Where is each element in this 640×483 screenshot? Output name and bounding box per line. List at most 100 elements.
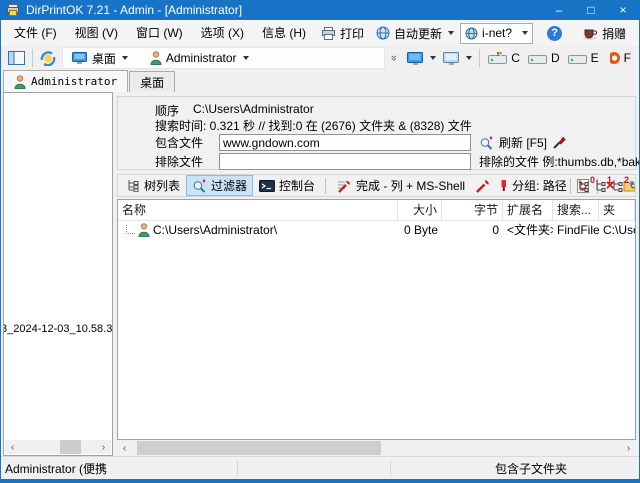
file-list: 名称 ˆ 大小 字节 扩展名 搜索... 文件夹 (117, 199, 636, 440)
tab-desktop[interactable]: 桌面 (129, 71, 176, 92)
tab-administrator[interactable]: Administrator (3, 70, 129, 92)
drive-d-icon (527, 52, 548, 64)
sort-ascending-icon: ˆ (421, 199, 425, 209)
expand-level-2-button[interactable]: 2 (612, 175, 629, 192)
refresh-f5-button[interactable]: 刷新 [F5] (499, 134, 547, 151)
console-button[interactable]: 控制台 (253, 175, 321, 196)
donate-label: 捐赠 (602, 26, 627, 41)
list-horizontal-scrollbar[interactable]: ‹ › (117, 441, 636, 455)
wrench-icon (475, 179, 490, 193)
include-files-label: 包含文件 (155, 136, 204, 150)
columns-shell-button[interactable]: 完成 - 列 + MS-Shell (330, 175, 471, 196)
scroll-left-arrow[interactable]: ‹ (117, 441, 132, 455)
expand-level-buttons: 0 1 2 (578, 175, 629, 192)
overflow-chevron-icon[interactable]: « (388, 55, 400, 61)
folder-tree-panel[interactable]: 3_2024-12-03_10.58.35 ‹ › (3, 92, 113, 456)
help-button[interactable]: ? (541, 22, 568, 44)
console-label: 控制台 (279, 179, 316, 193)
menu-view[interactable]: 视图 (V) (66, 22, 127, 44)
drive-f-button[interactable]: F (603, 48, 635, 68)
monitor-select-button[interactable] (403, 47, 439, 69)
row-name: C:\Users\Administrator\ (153, 222, 278, 237)
exclude-files-input[interactable] (219, 153, 471, 170)
search-button[interactable] (632, 22, 639, 44)
maximize-button[interactable]: □ (575, 0, 607, 20)
group-by-path-label: 分组: 路径 (512, 179, 567, 193)
tree-list-button[interactable]: 树列表 (120, 175, 186, 196)
drive-c-button[interactable]: C (484, 48, 524, 68)
chevron-down-icon (121, 56, 128, 60)
monitor-select-button-2[interactable] (439, 47, 475, 69)
user-folder-icon (138, 222, 150, 237)
chevron-down-icon (466, 56, 473, 60)
separator (570, 177, 571, 194)
search-filter-icon[interactable] (479, 136, 494, 150)
inet-combobox[interactable]: i-net? (460, 22, 534, 44)
clear-brush-icon[interactable] (552, 136, 566, 150)
column-size[interactable]: ˆ 大小 (398, 200, 442, 220)
exclude-files-label: 排除文件 (155, 155, 204, 169)
column-folder[interactable]: 文件夹 (599, 200, 635, 220)
drive-e-label: E (590, 51, 599, 65)
toggle-panel-button[interactable] (5, 47, 28, 69)
tools-button[interactable] (471, 175, 494, 196)
menu-file[interactable]: 文件 (F) (5, 22, 66, 44)
quick-launch-button[interactable] (37, 47, 59, 69)
include-files-input[interactable] (219, 134, 471, 151)
auto-update-button[interactable]: 自动更新 (370, 22, 460, 44)
drive-e-button[interactable]: E (564, 48, 603, 68)
tree-horizontal-scrollbar[interactable]: ‹ › (5, 440, 111, 454)
expand-level-0-button[interactable]: 0 (578, 175, 595, 192)
scroll-right-arrow[interactable]: › (96, 440, 111, 454)
column-name[interactable]: 名称 (118, 200, 398, 220)
scrollbar-thumb[interactable] (136, 441, 382, 455)
row-folder: C:\Users (603, 222, 635, 237)
view-toolbar: 树列表 过滤器 控制台 完成 - 列 + MS-Shell 分组: 路径 ↻ ×… (117, 174, 636, 197)
desktop-combobox[interactable]: 桌面 (67, 49, 132, 67)
close-button[interactable]: × (607, 0, 639, 20)
menu-options[interactable]: 选项 (X) (192, 22, 253, 44)
menu-info[interactable]: 信息 (H) (253, 22, 315, 44)
search-info-box: 顺序 C:\Users\Administrator 搜索时间: 0.321 秒 … (117, 96, 639, 170)
group-by-path-button[interactable]: 分组: 路径 (494, 175, 573, 196)
tree-list-label: 树列表 (144, 179, 181, 193)
window-title: DirPrintOK 7.21 - Admin - [Administrator… (26, 3, 243, 17)
filter-label: 过滤器 (211, 179, 248, 193)
column-extension[interactable]: 扩展名 (503, 200, 553, 220)
tree-item[interactable]: 3_2024-12-03_10.58.35 (4, 323, 112, 335)
drive-f-label: F (623, 51, 631, 65)
status-middle (238, 457, 390, 479)
menu-window[interactable]: 窗口 (W) (127, 22, 192, 44)
tree-list-icon (126, 179, 140, 192)
filter-button[interactable]: 过滤器 (186, 175, 254, 196)
drive-d-button[interactable]: D (524, 48, 564, 68)
row-extension: <文件夹> (507, 223, 553, 237)
window-border (1, 479, 639, 483)
column-bytes[interactable]: 字节 (442, 200, 503, 220)
scroll-left-arrow[interactable]: ‹ (5, 440, 20, 454)
status-subfolders: 包含子文件夹 (495, 461, 568, 476)
scroll-right-arrow[interactable]: › (621, 441, 636, 455)
scrollbar-thumb[interactable] (59, 440, 81, 454)
navigation-toolbar: 桌面 Administrator « C D E F (1, 46, 639, 71)
title-bar: DirPrintOK 7.21 - Admin - [Administrator… (1, 0, 639, 20)
console-icon (259, 179, 276, 192)
column-search[interactable]: 搜索... (553, 200, 599, 220)
monitor-icon (71, 51, 88, 65)
search-stats: 搜索时间: 0.321 秒 // 找到:0 在 (2676) 文件夹 & (83… (155, 119, 472, 133)
user-icon (14, 74, 26, 89)
tree-branch-icon (126, 225, 135, 234)
help-icon: ? (547, 25, 563, 41)
donate-button[interactable]: 捐赠 (576, 22, 632, 44)
expand-level-1-button[interactable]: 1 (595, 175, 612, 192)
document-tabs: Administrator 桌面 (1, 70, 639, 92)
inet-value: i-net? (482, 26, 513, 40)
user-combobox[interactable]: Administrator (146, 49, 253, 67)
globe-icon (376, 26, 390, 40)
level-number: 2 (623, 175, 629, 185)
minimize-button[interactable]: – (543, 0, 575, 20)
print-button[interactable]: 打印 (315, 22, 370, 44)
separator (32, 49, 33, 67)
table-row[interactable]: C:\Users\Administrator\ 0 Byte 0 <文件夹> F… (118, 221, 635, 238)
separator (325, 177, 327, 194)
